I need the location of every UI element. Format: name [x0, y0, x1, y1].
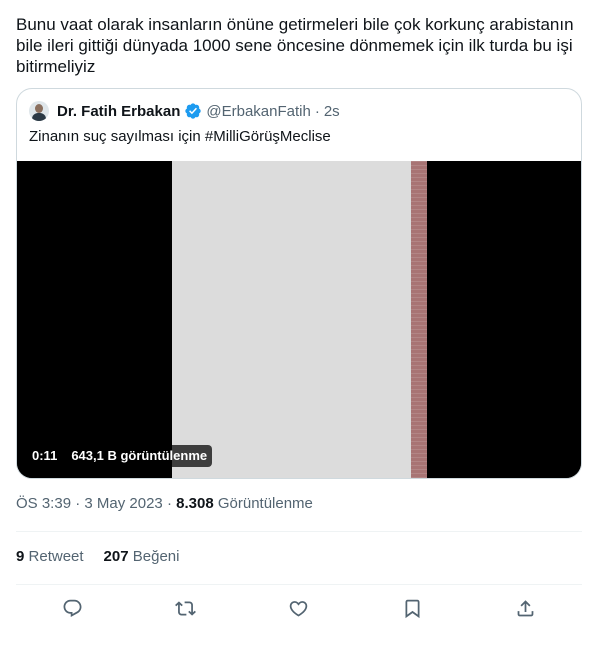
post-age[interactable]: 2s — [324, 103, 340, 120]
action-bar — [16, 586, 582, 630]
retweet-label: Retweet — [28, 548, 84, 565]
share-button[interactable] — [508, 591, 542, 625]
video-frame-right — [427, 161, 581, 478]
retweet-button[interactable] — [169, 591, 203, 625]
tweet-timestamp: ÖS 3:39 · 3 May 2023 · 8.308 Görüntülenm… — [16, 495, 313, 512]
verified-badge-icon — [184, 102, 202, 120]
quoted-tweet-header: Dr. Fatih Erbakan @ErbakanFatih · 2s — [29, 101, 340, 121]
author-name[interactable]: Dr. Fatih Erbakan — [57, 103, 180, 120]
separator-dot: · — [75, 495, 81, 512]
like-icon — [290, 600, 308, 617]
divider — [16, 531, 582, 532]
tweet-date[interactable]: 3 May 2023 — [84, 495, 162, 512]
retweet-stat[interactable]: 9 Retweet — [16, 548, 84, 565]
quoted-tweet-text: Zinanın suç sayılması için #MilliGörüşMe… — [29, 128, 331, 145]
separator-dot: · — [314, 102, 320, 120]
like-label: Beğeni — [132, 548, 180, 565]
retweet-count: 9 — [16, 548, 25, 565]
engagement-stats: 9 Retweet 207 Beğeni — [16, 548, 179, 565]
video-duration: 0:11 — [32, 448, 58, 463]
share-icon — [517, 599, 534, 616]
avatar[interactable] — [29, 101, 49, 121]
tweet-time[interactable]: ÖS 3:39 — [16, 495, 71, 512]
video-player[interactable]: 0:11 643,1 B görüntülenme — [17, 161, 581, 478]
video-meta-badge: 0:11 643,1 B görüntülenme — [27, 445, 213, 467]
video-frame-stripe — [411, 161, 427, 478]
bookmark-button[interactable] — [395, 591, 429, 625]
views-label: Görüntülenme — [217, 495, 313, 512]
reply-button[interactable] — [56, 591, 90, 625]
video-frame-left — [17, 161, 172, 478]
quoted-tweet-card[interactable]: Dr. Fatih Erbakan @ErbakanFatih · 2s Zin… — [16, 88, 582, 479]
views-count: 8.308 — [176, 495, 214, 512]
like-count: 207 — [103, 548, 129, 565]
author-handle[interactable]: @ErbakanFatih — [206, 103, 310, 120]
like-stat[interactable]: 207 Beğeni — [104, 548, 180, 565]
video-frame-center — [172, 161, 411, 478]
like-button[interactable] — [282, 591, 316, 625]
bookmark-icon — [405, 599, 420, 618]
video-views: 643,1 B görüntülenme — [71, 448, 208, 463]
reply-icon — [63, 599, 82, 617]
tweet-text: Bunu vaat olarak insanların önüne getirm… — [16, 15, 574, 76]
retweet-icon — [175, 600, 197, 616]
divider — [16, 584, 582, 585]
separator-dot: · — [166, 495, 172, 512]
